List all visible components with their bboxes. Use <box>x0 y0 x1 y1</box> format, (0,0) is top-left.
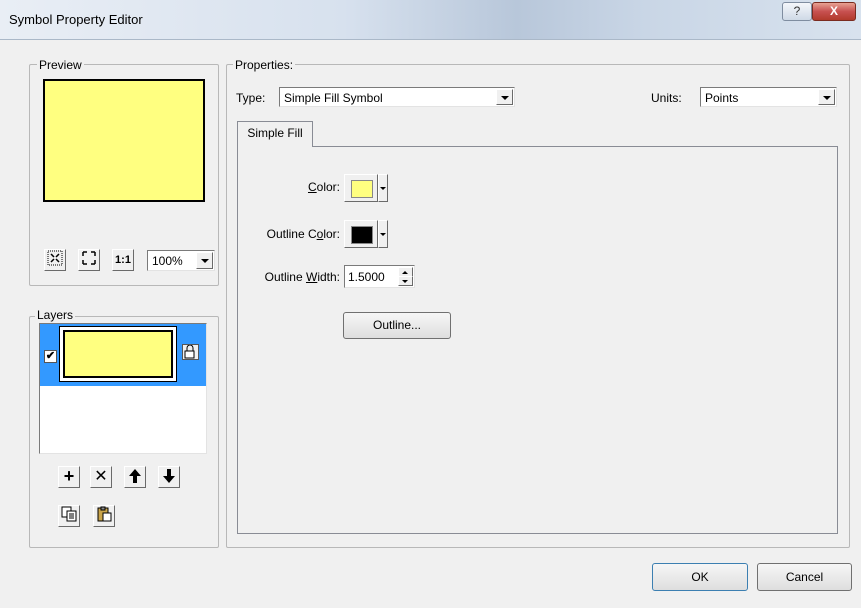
tab-simple-fill[interactable]: Simple Fill <box>237 121 313 147</box>
preview-label: Preview <box>37 58 84 72</box>
copy-icon <box>61 506 77 522</box>
outline-color-label: Outline Color: <box>266 227 340 241</box>
type-label: Type: <box>236 91 266 105</box>
actual-size-button[interactable]: 1:1 <box>112 249 134 271</box>
outline-width-value: 1.5000 <box>348 270 385 284</box>
close-button[interactable]: X <box>812 2 856 21</box>
chevron-down-icon <box>496 89 513 105</box>
arrow-down-icon <box>163 469 175 483</box>
remove-layer-button[interactable]: ✕ <box>90 466 112 488</box>
zoom-extent-icon <box>82 251 96 265</box>
units-select[interactable]: Points <box>700 87 837 107</box>
units-value: Points <box>705 91 739 105</box>
outline-color-dropdown-arrow[interactable] <box>378 220 388 248</box>
move-down-button[interactable] <box>158 466 180 488</box>
spin-down-button[interactable] <box>398 276 413 286</box>
outline-width-spinner[interactable]: 1.5000 <box>344 265 415 288</box>
color-button-face <box>344 174 378 202</box>
window-title: Symbol Property Editor <box>9 12 143 27</box>
outline-width-label: Outline Width: <box>264 270 340 284</box>
type-select[interactable]: Simple Fill Symbol <box>279 87 515 107</box>
outline-color-button-face <box>344 220 378 248</box>
copy-button[interactable] <box>58 505 80 527</box>
zoom-value: 100% <box>152 254 183 268</box>
outline-color-picker-button[interactable] <box>344 220 388 248</box>
cancel-button[interactable]: Cancel <box>757 563 852 591</box>
help-button[interactable]: ? <box>782 2 812 21</box>
chevron-down-icon <box>818 89 835 105</box>
zoom-fit-icon <box>47 250 63 266</box>
chevron-down-icon <box>402 280 408 283</box>
layer-swatch <box>63 330 173 378</box>
color-label: Color: <box>307 180 340 194</box>
layers-label: Layers <box>35 308 76 322</box>
preview-swatch <box>43 79 205 202</box>
outline-color-swatch <box>351 226 373 244</box>
outline-button[interactable]: Outline... <box>343 312 451 339</box>
zoom-select[interactable]: 100% <box>147 250 215 271</box>
zoom-extent-button[interactable] <box>78 249 100 271</box>
lock-button[interactable] <box>182 344 199 360</box>
properties-label: Properties: <box>233 58 296 72</box>
chevron-down-icon <box>196 252 213 269</box>
move-up-button[interactable] <box>124 466 146 488</box>
color-picker-button[interactable] <box>344 174 388 202</box>
color-dropdown-arrow[interactable] <box>378 174 388 202</box>
zoom-fit-button[interactable] <box>44 249 66 271</box>
paste-button[interactable] <box>93 505 115 527</box>
lock-icon <box>184 344 195 359</box>
type-value: Simple Fill Symbol <box>284 91 383 105</box>
chevron-down-icon <box>380 233 386 236</box>
ok-button[interactable]: OK <box>652 563 748 591</box>
layers-list[interactable]: ✔ <box>39 323 207 454</box>
add-layer-button[interactable]: + <box>58 466 80 488</box>
layer-checkbox[interactable]: ✔ <box>44 350 57 363</box>
chevron-up-icon <box>402 271 408 274</box>
tab-panel <box>237 146 838 534</box>
paste-icon <box>97 506 112 522</box>
layer-row-selected[interactable]: ✔ <box>40 324 206 386</box>
layer-swatch-frame <box>59 326 177 382</box>
color-swatch <box>351 180 373 198</box>
arrow-up-icon <box>129 469 141 483</box>
units-label: Units: <box>651 91 682 105</box>
chevron-down-icon <box>380 187 386 190</box>
